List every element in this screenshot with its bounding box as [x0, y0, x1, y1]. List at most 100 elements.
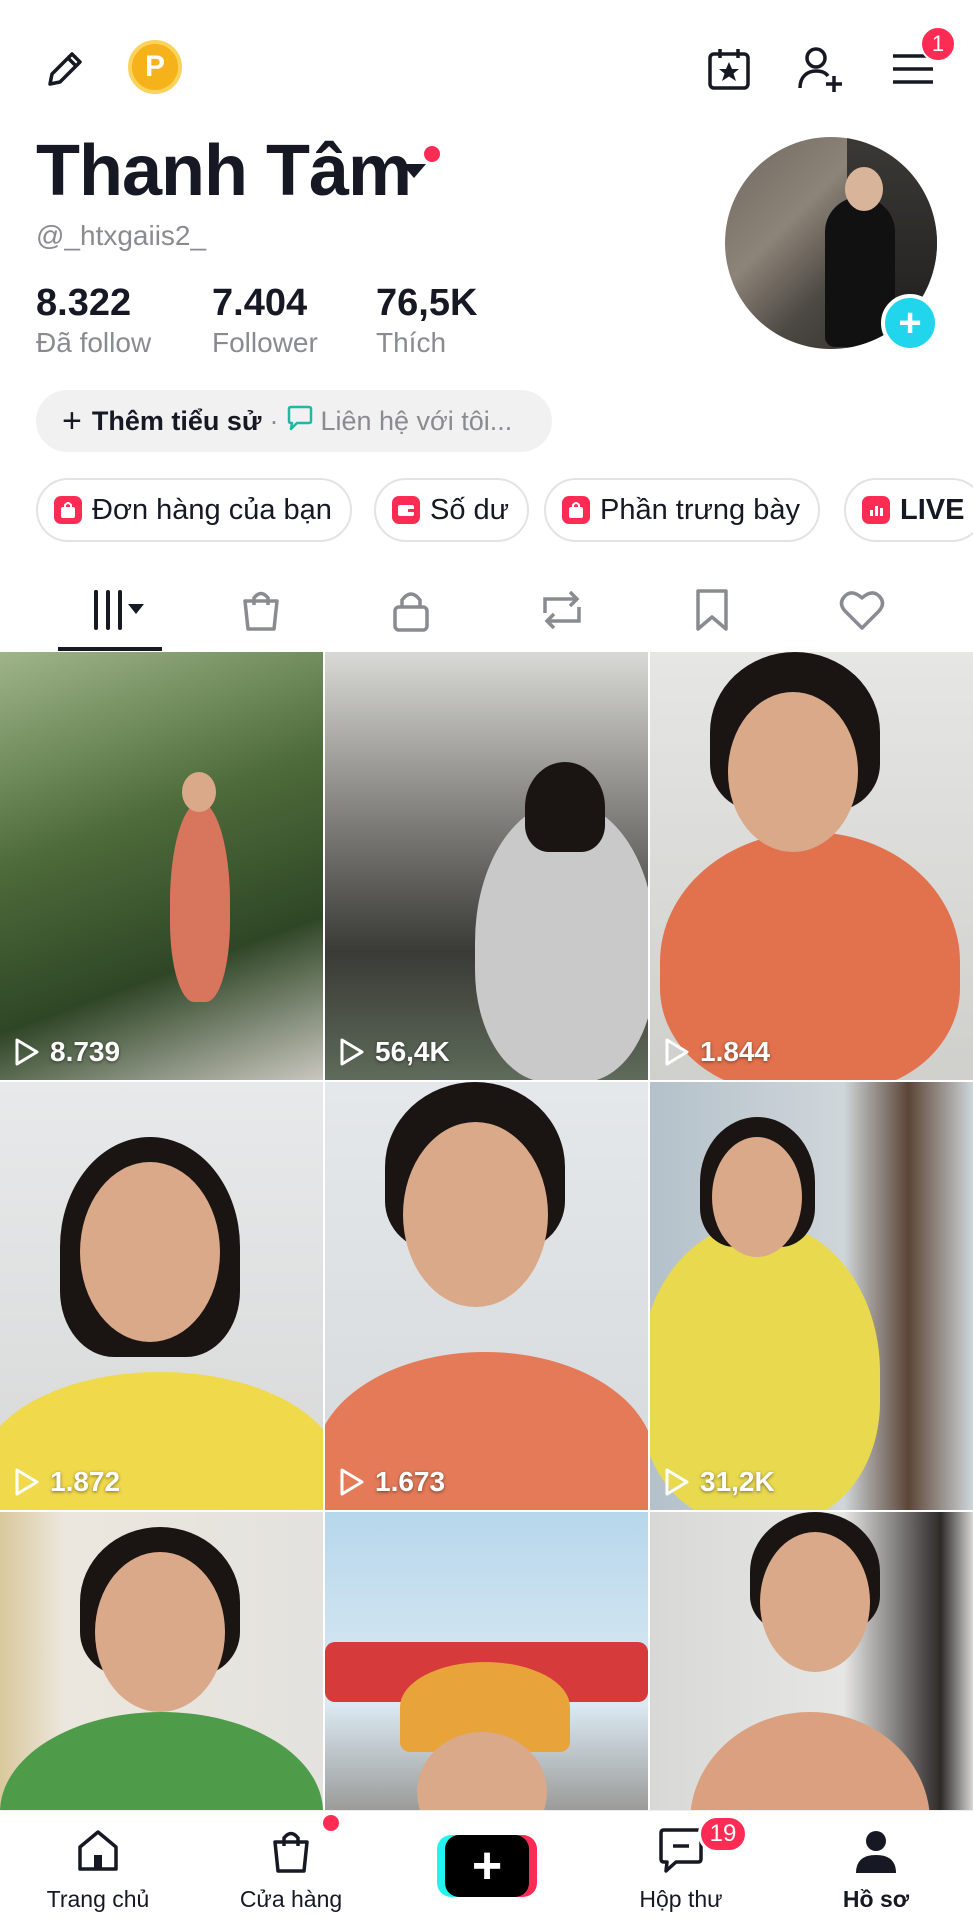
view-count-value: 1.872: [50, 1466, 121, 1497]
view-count: 31,2K: [664, 1466, 775, 1498]
bio-contact-pill[interactable]: + Thêm tiểu sử · Liên hệ với tôi...: [36, 390, 552, 452]
tab-reposts[interactable]: [522, 575, 602, 649]
chip-showcase[interactable]: Phần trưng bày: [544, 478, 820, 542]
video-thumbnail-face: [95, 1552, 225, 1712]
active-tab-indicator: [58, 647, 162, 651]
chip-balance[interactable]: Số dư: [374, 478, 530, 542]
contact-me-label[interactable]: Liên hệ với tôi...: [320, 406, 512, 437]
video-tile[interactable]: [0, 1512, 323, 1810]
view-count: 1.872: [14, 1466, 120, 1498]
video-tile[interactable]: 8.739: [0, 652, 323, 1080]
nav-profile-label: Hồ sơ: [842, 1886, 910, 1912]
video-tile[interactable]: [325, 1512, 648, 1810]
view-count: 1.673: [339, 1466, 445, 1498]
tab-videos[interactable]: [58, 575, 162, 649]
bag-icon: [54, 496, 82, 524]
video-thumbnail-figure: [0, 1712, 323, 1810]
nav-home[interactable]: Trang chủ: [18, 1827, 178, 1913]
avatar-add-story-button[interactable]: +: [881, 294, 939, 352]
chip-orders[interactable]: Đơn hàng của bạn: [36, 478, 352, 542]
video-tile[interactable]: 56,4K: [325, 652, 648, 1080]
plus-icon: +: [445, 1835, 529, 1897]
chip-live[interactable]: LIVE: [844, 478, 973, 542]
avatar-photo-head: [845, 167, 883, 211]
play-icon: [665, 1038, 689, 1066]
view-count-value: 1.844: [700, 1036, 771, 1067]
bookmark-icon: [692, 587, 732, 638]
video-tile[interactable]: [650, 1512, 973, 1810]
stat-likes[interactable]: 76,5K Thích: [376, 282, 477, 359]
videos-grid-icon: [74, 588, 146, 637]
video-thumbnail-face: [712, 1137, 802, 1257]
plus-icon: +: [62, 401, 82, 440]
video-thumbnail-hair: [525, 762, 605, 852]
repost-icon: [537, 587, 587, 638]
view-count-value: 1.673: [375, 1466, 446, 1497]
home-icon: [74, 1827, 122, 1880]
shortcut-chips: Đơn hàng của bạn Số dư Phần trưng bày LI…: [36, 478, 973, 542]
content-tabs: [0, 575, 973, 653]
stat-likes-value: 76,5K: [376, 282, 478, 324]
video-thumbnail-figure: [690, 1712, 930, 1810]
play-icon: [15, 1038, 39, 1066]
play-icon: [340, 1038, 364, 1066]
shop-notification-dot: [323, 1815, 339, 1831]
video-thumbnail-figure: [170, 802, 230, 1002]
video-grid: 8.739 56,4K 1.844 1.872 1.673 31,2K: [0, 652, 973, 1810]
chip-orders-label: Đơn hàng của bạn: [92, 493, 332, 526]
play-icon: [15, 1468, 39, 1496]
stat-likes-label: Thích: [376, 327, 447, 358]
video-thumbnail-face: [80, 1162, 220, 1342]
view-count-value: 56,4K: [375, 1036, 450, 1067]
play-icon: [665, 1468, 689, 1496]
video-tile[interactable]: 1.673: [325, 1082, 648, 1510]
nav-shop-label: Cửa hàng: [239, 1886, 343, 1912]
profile-name[interactable]: Thanh Tâm: [36, 130, 412, 212]
calendar-star-icon[interactable]: [702, 42, 756, 96]
profile-person-icon: [852, 1827, 900, 1880]
edit-pencil-icon[interactable]: [38, 42, 92, 96]
stat-followers-label: Follower: [212, 327, 318, 358]
create-button[interactable]: +: [437, 1835, 537, 1897]
stat-following-label: Đã follow: [36, 327, 152, 358]
profile-handle: @_htxgaiis2_: [36, 220, 207, 251]
top-bar: P 1: [0, 0, 973, 130]
coin-p-icon[interactable]: P: [128, 40, 182, 94]
nav-profile[interactable]: Hồ sơ: [796, 1827, 956, 1913]
video-tile[interactable]: 1.844: [650, 652, 973, 1080]
bio-separator: ·: [269, 405, 279, 436]
chip-balance-label: Số dư: [430, 493, 510, 526]
chip-showcase-label: Phần trưng bày: [600, 493, 800, 526]
live-chart-icon: [862, 496, 890, 524]
play-icon: [340, 1468, 364, 1496]
tab-shop[interactable]: [221, 575, 301, 649]
video-tile[interactable]: 1.872: [0, 1082, 323, 1510]
add-bio-label[interactable]: Thêm tiểu sử: [92, 406, 262, 437]
shop-bag-icon: [238, 587, 284, 638]
video-thumbnail-face: [760, 1532, 870, 1672]
heart-icon: [838, 588, 886, 637]
inbox-badge: 19: [698, 1815, 748, 1853]
video-tile[interactable]: 31,2K: [650, 1082, 973, 1510]
stat-following[interactable]: 8.322 Đã follow: [36, 282, 151, 359]
add-friend-icon[interactable]: [792, 40, 850, 98]
view-count: 8.739: [14, 1036, 120, 1068]
video-thumbnail-face: [182, 772, 216, 812]
video-thumbnail-face: [403, 1122, 548, 1307]
bottom-navigation: Trang chủ Cửa hàng + Hộp thư 19 Hồ sơ: [0, 1810, 973, 1920]
tab-liked[interactable]: [822, 575, 902, 649]
chip-live-label: LIVE: [900, 493, 965, 526]
tab-private[interactable]: [371, 575, 451, 649]
account-switch-caret-icon[interactable]: [402, 164, 426, 178]
nav-shop[interactable]: Cửa hàng: [211, 1827, 371, 1913]
wallet-icon: [392, 496, 420, 524]
nav-home-label: Trang chủ: [46, 1886, 150, 1912]
showcase-icon: [562, 496, 590, 524]
shop-bag-icon: [267, 1827, 315, 1880]
view-count: 56,4K: [339, 1036, 450, 1068]
chat-bubble-icon: [286, 404, 314, 439]
video-thumbnail-face: [728, 692, 858, 852]
stat-followers-value: 7.404: [212, 282, 308, 324]
tab-saved[interactable]: [672, 575, 752, 649]
stat-followers[interactable]: 7.404 Follower: [212, 282, 318, 359]
